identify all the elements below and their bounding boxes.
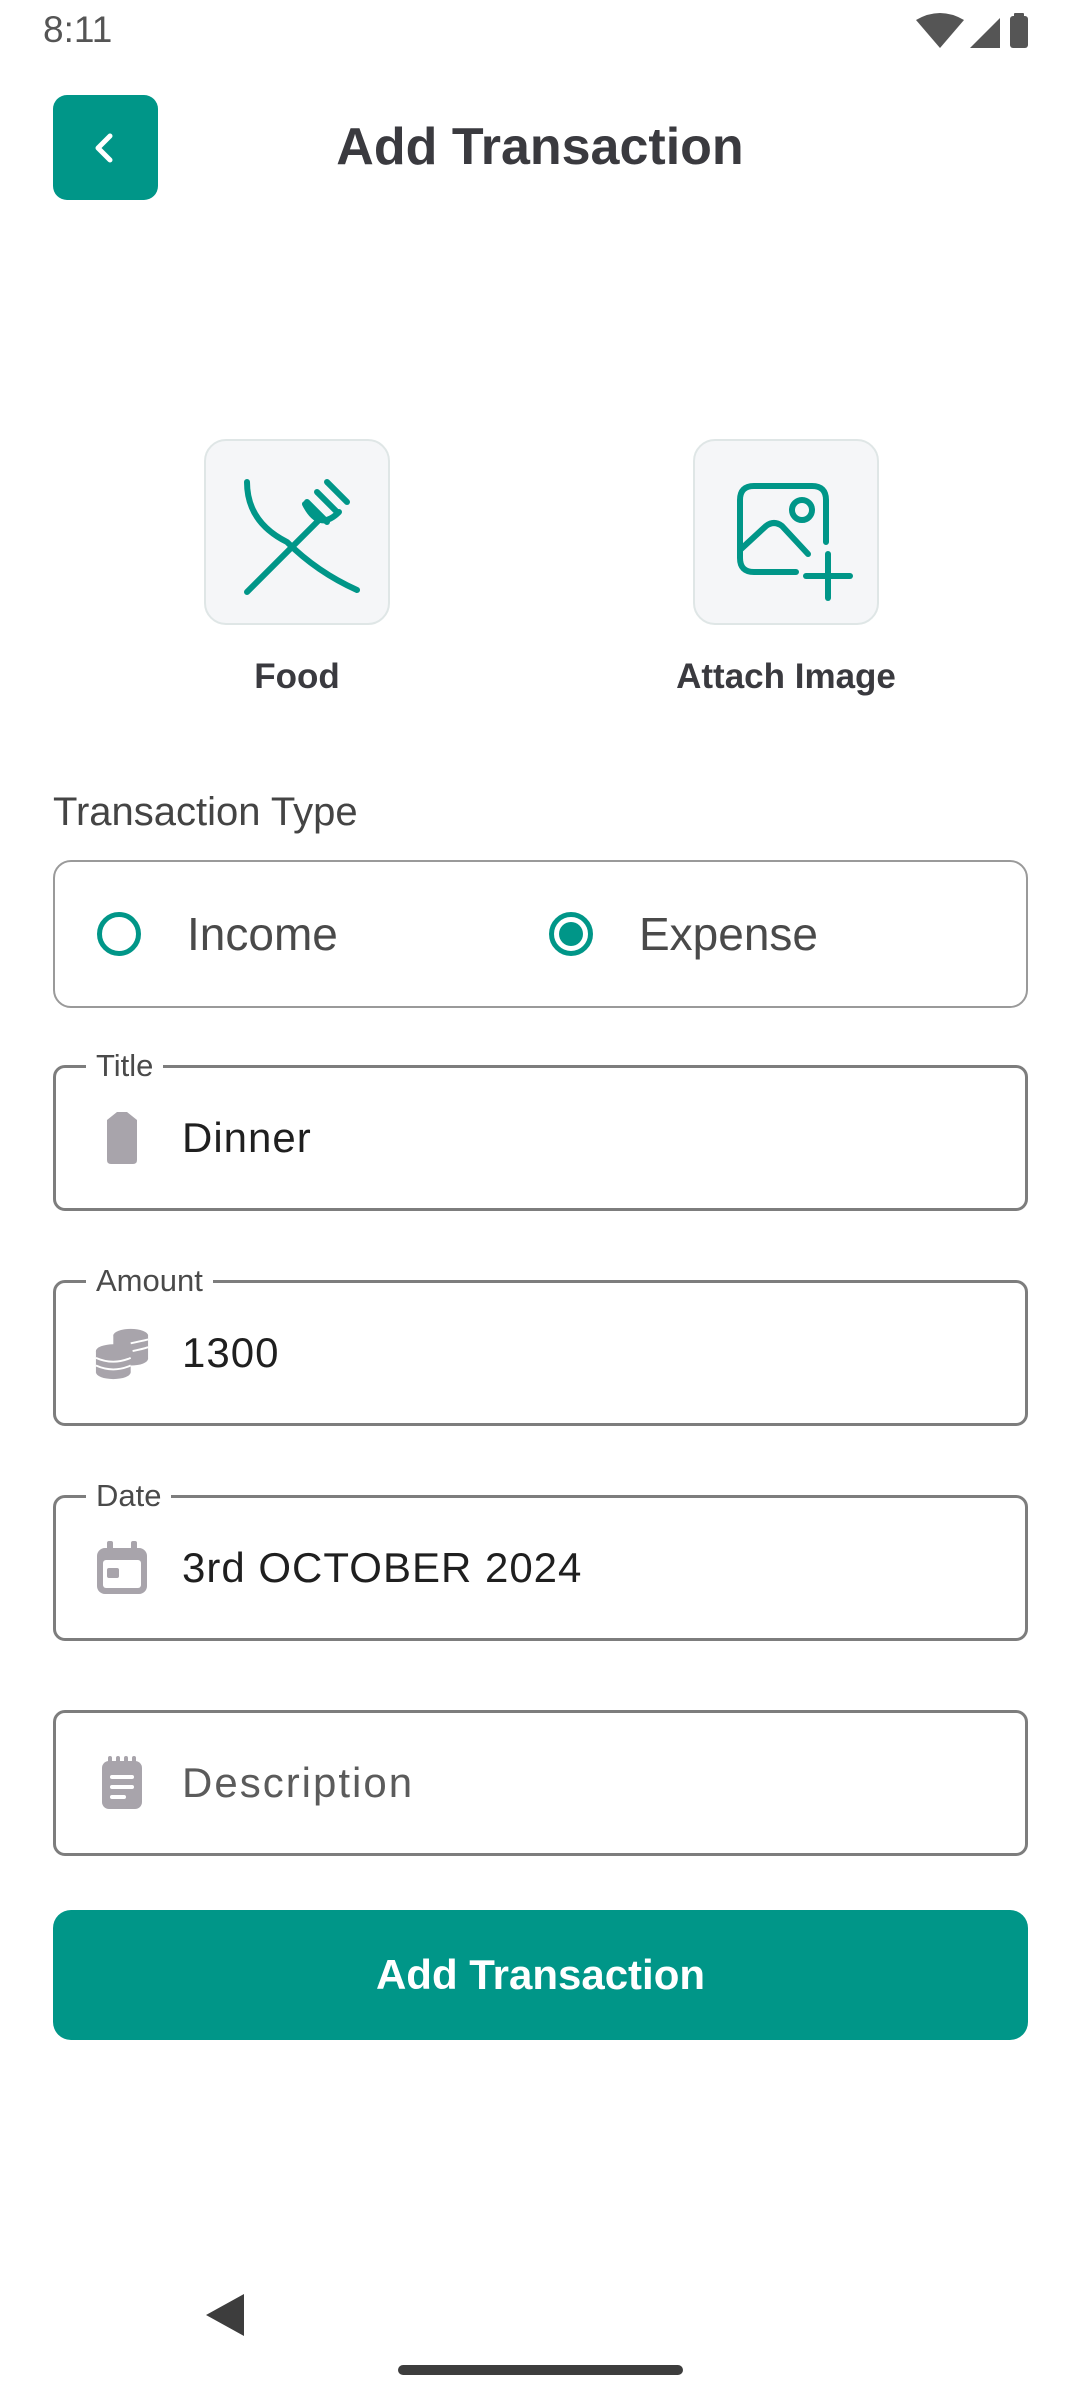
description-field[interactable]: Description xyxy=(53,1710,1028,1856)
calendar-icon xyxy=(94,1540,150,1596)
add-transaction-button[interactable]: Add Transaction xyxy=(53,1910,1028,2040)
expense-radio[interactable]: Expense xyxy=(549,862,818,1006)
nav-home-handle[interactable] xyxy=(398,2365,683,2375)
attach-image-label: Attach Image xyxy=(676,657,896,696)
signal-icon xyxy=(970,18,1000,48)
description-placeholder: Description xyxy=(182,1759,415,1806)
amount-field-label: Amount xyxy=(86,1264,213,1298)
category-label: Food xyxy=(254,657,340,696)
wifi-icon xyxy=(916,13,964,48)
radio-unselected-icon xyxy=(97,912,141,956)
attach-image-tile[interactable] xyxy=(693,439,879,625)
amount-field[interactable]: Amount 1300 xyxy=(53,1264,1028,1426)
title-field-label: Title xyxy=(86,1049,164,1083)
date-field-label: Date xyxy=(86,1479,172,1513)
chevron-left-icon xyxy=(95,133,112,162)
date-field[interactable]: Date 3rd OCTOBER 2024 xyxy=(53,1479,1028,1641)
amount-value: 1300 xyxy=(182,1329,280,1376)
fork-knife-icon xyxy=(244,479,360,595)
title-field[interactable]: Title Dinner xyxy=(53,1049,1028,1211)
expense-label: Expense xyxy=(639,908,819,960)
tag-icon xyxy=(94,1110,150,1166)
image-add-icon xyxy=(737,483,853,601)
income-label: Income xyxy=(187,908,338,960)
income-radio[interactable]: Income xyxy=(97,862,338,1006)
date-value: 3rd OCTOBER 2024 xyxy=(182,1544,583,1591)
title-value: Dinner xyxy=(182,1114,312,1161)
add-transaction-screen: 8:11 Add Transaction Food Attach Image T… xyxy=(0,0,1080,2400)
transaction-type-label: Transaction Type xyxy=(53,790,358,834)
notepad-icon xyxy=(94,1755,150,1811)
transaction-type-group: Income Expense xyxy=(53,860,1028,1008)
status-time: 8:11 xyxy=(43,9,113,50)
battery-icon xyxy=(1010,16,1028,48)
back-button[interactable] xyxy=(53,95,158,200)
radio-selected-icon xyxy=(549,912,593,956)
page-title: Add Transaction xyxy=(336,118,744,176)
category-tile[interactable] xyxy=(204,439,390,625)
status-icons xyxy=(916,13,1028,48)
nav-back-icon[interactable] xyxy=(200,2290,250,2340)
coins-icon xyxy=(94,1325,150,1381)
